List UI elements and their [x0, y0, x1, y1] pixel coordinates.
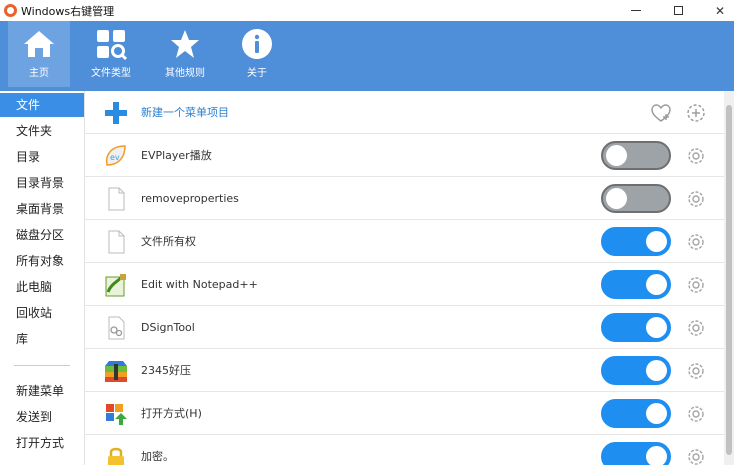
lock-icon: [108, 447, 124, 465]
menu-item-row: ev EVPlayer播放: [85, 134, 725, 177]
evplayer-icon: ev: [105, 145, 126, 166]
tab-other-rules-label: 其他规则: [165, 68, 205, 79]
blank-file-icon: [108, 230, 125, 254]
new-item-row[interactable]: 新建一个菜单项目: [85, 91, 725, 134]
title-bar: Windows右键管理 ✕: [0, 0, 734, 21]
tab-other-rules[interactable]: 其他规则: [154, 21, 216, 87]
toggle-knob: [646, 446, 667, 465]
menu-item-row: removeproperties: [85, 177, 725, 220]
gear-icon[interactable]: [685, 403, 707, 425]
new-item-label: 新建一个菜单项目: [141, 106, 229, 119]
toggle-knob: [646, 317, 667, 338]
menu-item-toggle[interactable]: [601, 270, 671, 299]
home-icon: [24, 31, 54, 57]
sidebar: 文件 文件夹 目录 目录背景 桌面背景 磁盘分区 所有对象 此电脑 回收站 库 …: [0, 91, 84, 465]
menu-item-toggle[interactable]: [601, 227, 671, 256]
menu-item-row: Edit with Notepad++: [85, 263, 725, 306]
gear-icon[interactable]: [685, 360, 707, 382]
minimize-button[interactable]: [618, 0, 654, 21]
info-icon: [242, 29, 272, 59]
minimize-icon: [631, 10, 641, 11]
menu-item-row: 2345好压: [85, 349, 725, 392]
sidebar-item-open-with[interactable]: 打开方式: [0, 431, 84, 455]
dsigntool-icon: [108, 316, 125, 340]
toggle-knob: [606, 145, 627, 166]
gear-icon[interactable]: [685, 446, 707, 465]
menu-item-row: 文件所有权: [85, 220, 725, 263]
menu-item-toggle[interactable]: [601, 356, 671, 385]
sidebar-item-directory-background[interactable]: 目录背景: [0, 171, 84, 195]
window-title: Windows右键管理: [21, 4, 115, 18]
sidebar-item-desktop-background[interactable]: 桌面背景: [0, 197, 84, 221]
sidebar-item-file[interactable]: 文件: [0, 93, 84, 117]
notepad-plus-plus-icon: [105, 274, 126, 297]
sidebar-item-directory[interactable]: 目录: [0, 145, 84, 169]
menu-item-row: DSignTool: [85, 306, 725, 349]
sidebar-item-all-objects[interactable]: 所有对象: [0, 249, 84, 273]
tab-about[interactable]: 关于: [226, 21, 288, 87]
menu-item-label: DSignTool: [141, 321, 195, 334]
tab-home[interactable]: 主页: [8, 21, 70, 87]
gear-icon[interactable]: [685, 231, 707, 253]
menu-item-label: 加密。: [141, 450, 174, 463]
menu-item-label: Edit with Notepad++: [141, 278, 258, 291]
sidebar-item-this-pc[interactable]: 此电脑: [0, 275, 84, 299]
tab-file-type[interactable]: 文件类型: [80, 21, 142, 87]
close-button[interactable]: ✕: [702, 0, 734, 21]
menu-item-toggle[interactable]: [601, 184, 671, 213]
sidebar-item-folder[interactable]: 文件夹: [0, 119, 84, 143]
menu-item-label: removeproperties: [141, 192, 239, 205]
menu-item-label: 2345好压: [141, 364, 191, 377]
sidebar-divider: [14, 365, 70, 366]
sidebar-item-library[interactable]: 库: [0, 327, 84, 351]
menu-item-toggle[interactable]: [601, 141, 671, 170]
add-item-icon[interactable]: [685, 102, 707, 124]
menu-item-toggle[interactable]: [601, 399, 671, 428]
sidebar-item-new-menu[interactable]: 新建菜单: [0, 379, 84, 403]
toggle-knob: [646, 274, 667, 295]
gear-icon[interactable]: [685, 188, 707, 210]
tab-file-type-label: 文件类型: [91, 68, 131, 79]
svg-text:ev: ev: [110, 153, 120, 162]
toggle-knob: [646, 403, 667, 424]
plus-icon: [105, 102, 127, 124]
menu-item-label: 打开方式(H): [141, 407, 202, 420]
menu-item-list: 新建一个菜单项目 ev EVPlayer播放 removeproperties …: [84, 91, 725, 465]
file-type-icon: [97, 30, 128, 61]
menu-item-toggle[interactable]: [601, 313, 671, 342]
gear-icon[interactable]: [685, 274, 707, 296]
menu-item-label: 文件所有权: [141, 235, 196, 248]
sidebar-item-send-to[interactable]: 发送到: [0, 405, 84, 429]
menu-item-row: 加密。: [85, 435, 725, 465]
toggle-knob: [646, 231, 667, 252]
toggle-knob: [646, 360, 667, 381]
favorite-add-icon[interactable]: [650, 102, 672, 124]
main-toolbar: 主页 文件类型 其他规则 关于: [0, 21, 734, 91]
close-icon: ✕: [714, 3, 726, 18]
gear-icon[interactable]: [685, 145, 707, 167]
2345-archive-icon: [105, 361, 127, 382]
app-icon: [4, 4, 17, 17]
toggle-knob: [606, 188, 627, 209]
scrollbar[interactable]: [724, 91, 734, 465]
menu-item-row: 打开方式(H): [85, 392, 725, 435]
tab-home-label: 主页: [29, 68, 49, 79]
tab-about-label: 关于: [247, 68, 267, 79]
star-icon: [171, 30, 199, 58]
sidebar-item-disk-partition[interactable]: 磁盘分区: [0, 223, 84, 247]
menu-item-toggle[interactable]: [601, 442, 671, 465]
menu-item-label: EVPlayer播放: [141, 149, 212, 162]
maximize-button[interactable]: [660, 0, 696, 21]
gear-icon[interactable]: [685, 317, 707, 339]
open-with-icon: [106, 404, 127, 425]
maximize-icon: [673, 6, 683, 15]
scrollbar-thumb[interactable]: [726, 105, 732, 455]
sidebar-item-recycle-bin[interactable]: 回收站: [0, 301, 84, 325]
blank-file-icon: [108, 187, 125, 211]
